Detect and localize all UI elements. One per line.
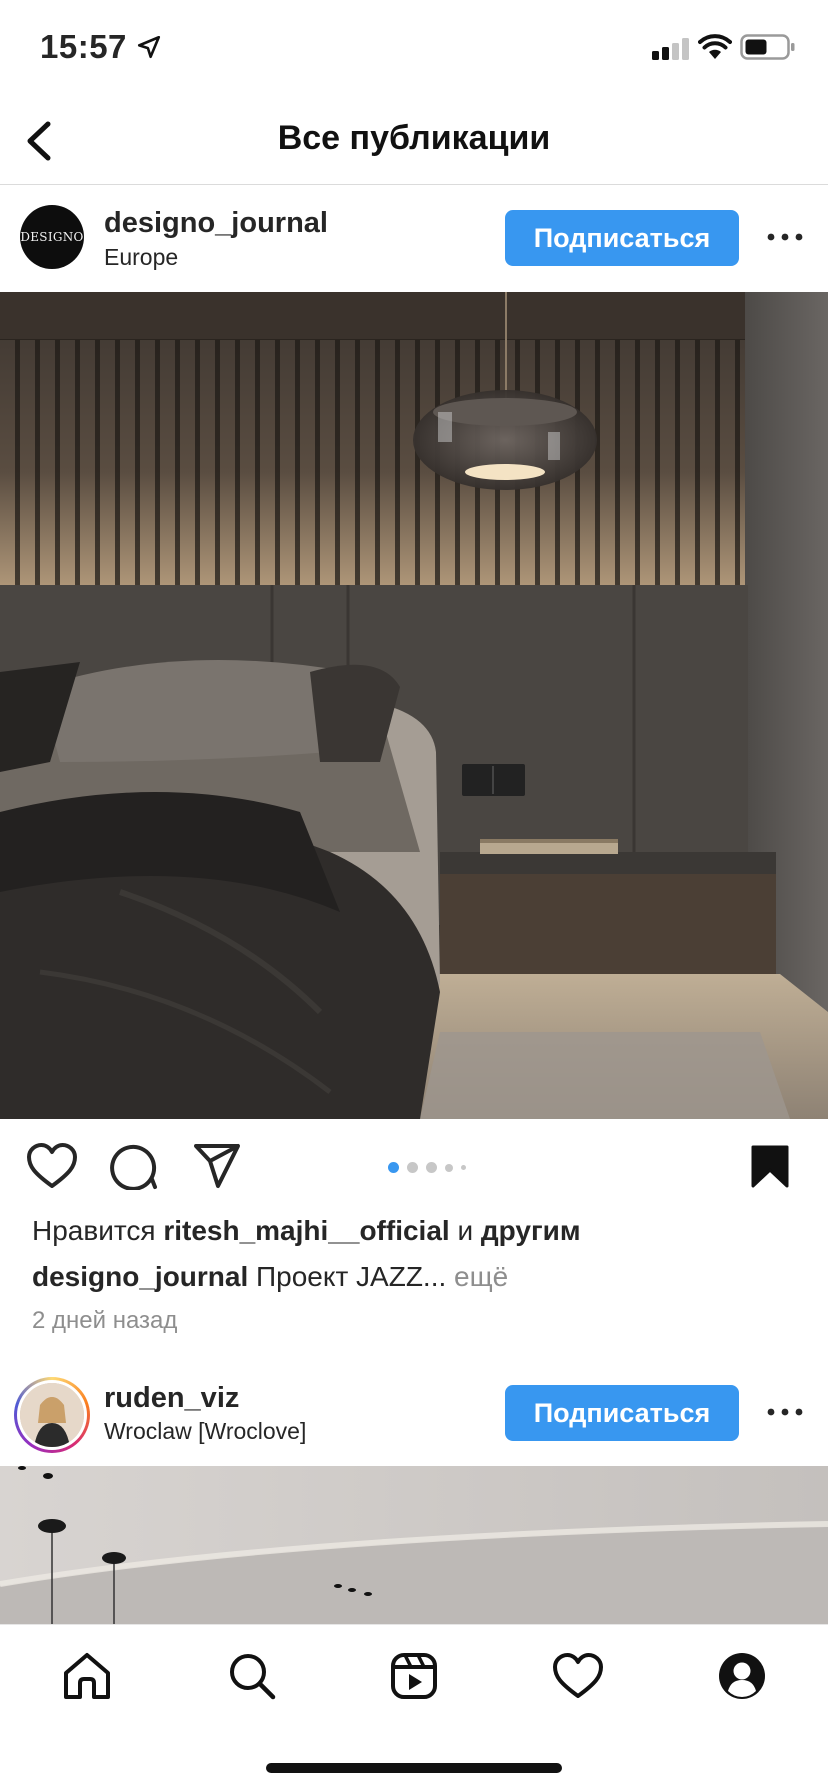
save-button[interactable] — [750, 1144, 790, 1193]
carousel-dot — [407, 1162, 418, 1173]
likes-others-link[interactable]: другим — [481, 1215, 581, 1246]
follow-button[interactable]: Подписаться — [505, 1385, 739, 1441]
reels-icon — [391, 1653, 437, 1699]
post-username[interactable]: designo_journal — [104, 207, 328, 240]
tab-profile[interactable] — [712, 1648, 772, 1704]
profile-avatar-icon — [719, 1653, 765, 1699]
cellular-signal-icon — [652, 38, 689, 60]
paper-plane-icon — [194, 1144, 240, 1188]
comment-button[interactable] — [108, 1142, 158, 1195]
carousel-dot — [445, 1163, 453, 1172]
caption-more-link[interactable]: ещё — [454, 1261, 508, 1292]
caption-text: Проект JAZZ... — [256, 1261, 447, 1292]
avatar-logo-text: DESIGNO — [20, 230, 84, 244]
location-arrow-icon — [137, 35, 161, 59]
tab-reels[interactable] — [384, 1648, 444, 1704]
interior-photo — [0, 1466, 828, 1626]
carousel-dot — [461, 1165, 466, 1170]
caption-username[interactable]: designo_journal — [32, 1261, 248, 1292]
ellipsis-icon — [767, 233, 803, 241]
bookmark-filled-icon — [751, 1145, 789, 1188]
heart-icon — [553, 1653, 603, 1698]
tab-home[interactable] — [57, 1648, 117, 1704]
post-image[interactable] — [0, 292, 828, 1119]
likes-summary[interactable]: Нравится ritesh_majhi__official и другим — [32, 1215, 581, 1247]
likes-joiner: и — [457, 1215, 474, 1246]
story-ring[interactable] — [14, 1377, 90, 1453]
carousel-dot — [388, 1162, 399, 1173]
status-time: 15:57 — [40, 28, 127, 65]
post-image[interactable] — [0, 1466, 828, 1626]
battery-icon — [740, 34, 795, 60]
post-avatar[interactable]: DESIGNO — [20, 205, 84, 269]
heart-icon — [27, 1143, 77, 1188]
tab-activity[interactable] — [548, 1648, 608, 1704]
tab-search[interactable] — [222, 1648, 282, 1704]
like-button[interactable] — [26, 1142, 78, 1195]
wifi-icon — [698, 34, 732, 59]
comment-bubble-icon — [110, 1144, 157, 1191]
home-icon — [64, 1653, 110, 1699]
more-options-button[interactable] — [760, 222, 810, 252]
home-indicator[interactable] — [266, 1763, 562, 1773]
carousel-indicator — [388, 1162, 466, 1173]
ellipsis-icon — [767, 1408, 803, 1416]
carousel-dot — [426, 1162, 437, 1173]
liked-by-username[interactable]: ritesh_majhi__official — [163, 1215, 449, 1246]
post-caption: designo_journal Проект JAZZ... ещё — [32, 1261, 508, 1293]
header-divider — [0, 184, 828, 185]
search-icon — [230, 1654, 276, 1700]
post-username[interactable]: ruden_viz — [104, 1382, 239, 1415]
share-button[interactable] — [192, 1142, 242, 1195]
bedroom-photo — [0, 292, 828, 1119]
post-timestamp: 2 дней назад — [32, 1307, 178, 1334]
more-options-button[interactable] — [760, 1397, 810, 1427]
post-location[interactable]: Wroclaw [Wroclove] — [104, 1418, 306, 1445]
likes-prefix: Нравится — [32, 1215, 156, 1246]
post-avatar — [20, 1383, 84, 1447]
avatar-frame — [17, 1380, 87, 1450]
avatar-photo — [20, 1383, 84, 1447]
page-title: Все публикации — [277, 119, 551, 157]
post-location[interactable]: Europe — [104, 244, 178, 271]
follow-button[interactable]: Подписаться — [505, 210, 739, 266]
